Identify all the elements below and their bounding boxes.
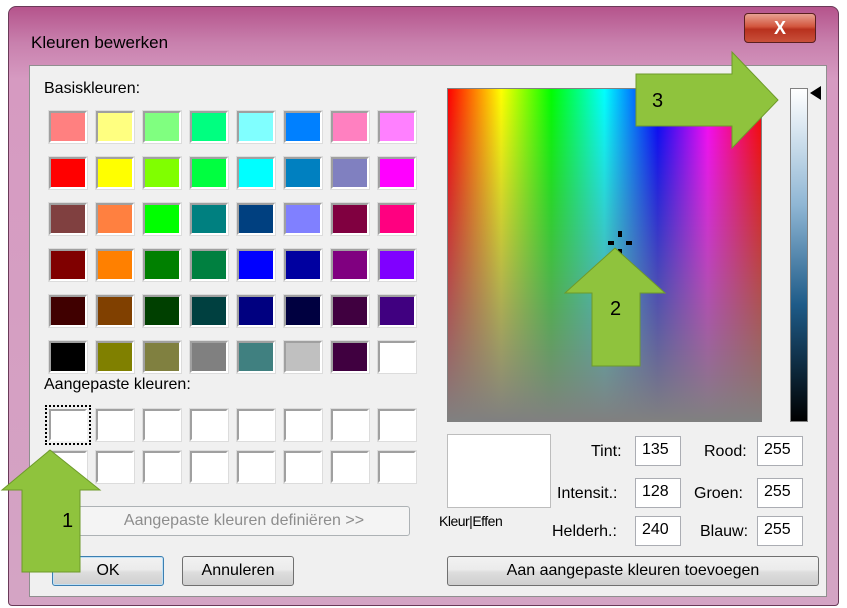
annotation-arrows (0, 50, 779, 573)
annotation-number-2: 2 (610, 298, 622, 320)
annotation-number-3: 3 (652, 90, 664, 112)
annotation-arrow-1-icon (0, 449, 102, 573)
annotation-number-1: 1 (62, 510, 74, 532)
